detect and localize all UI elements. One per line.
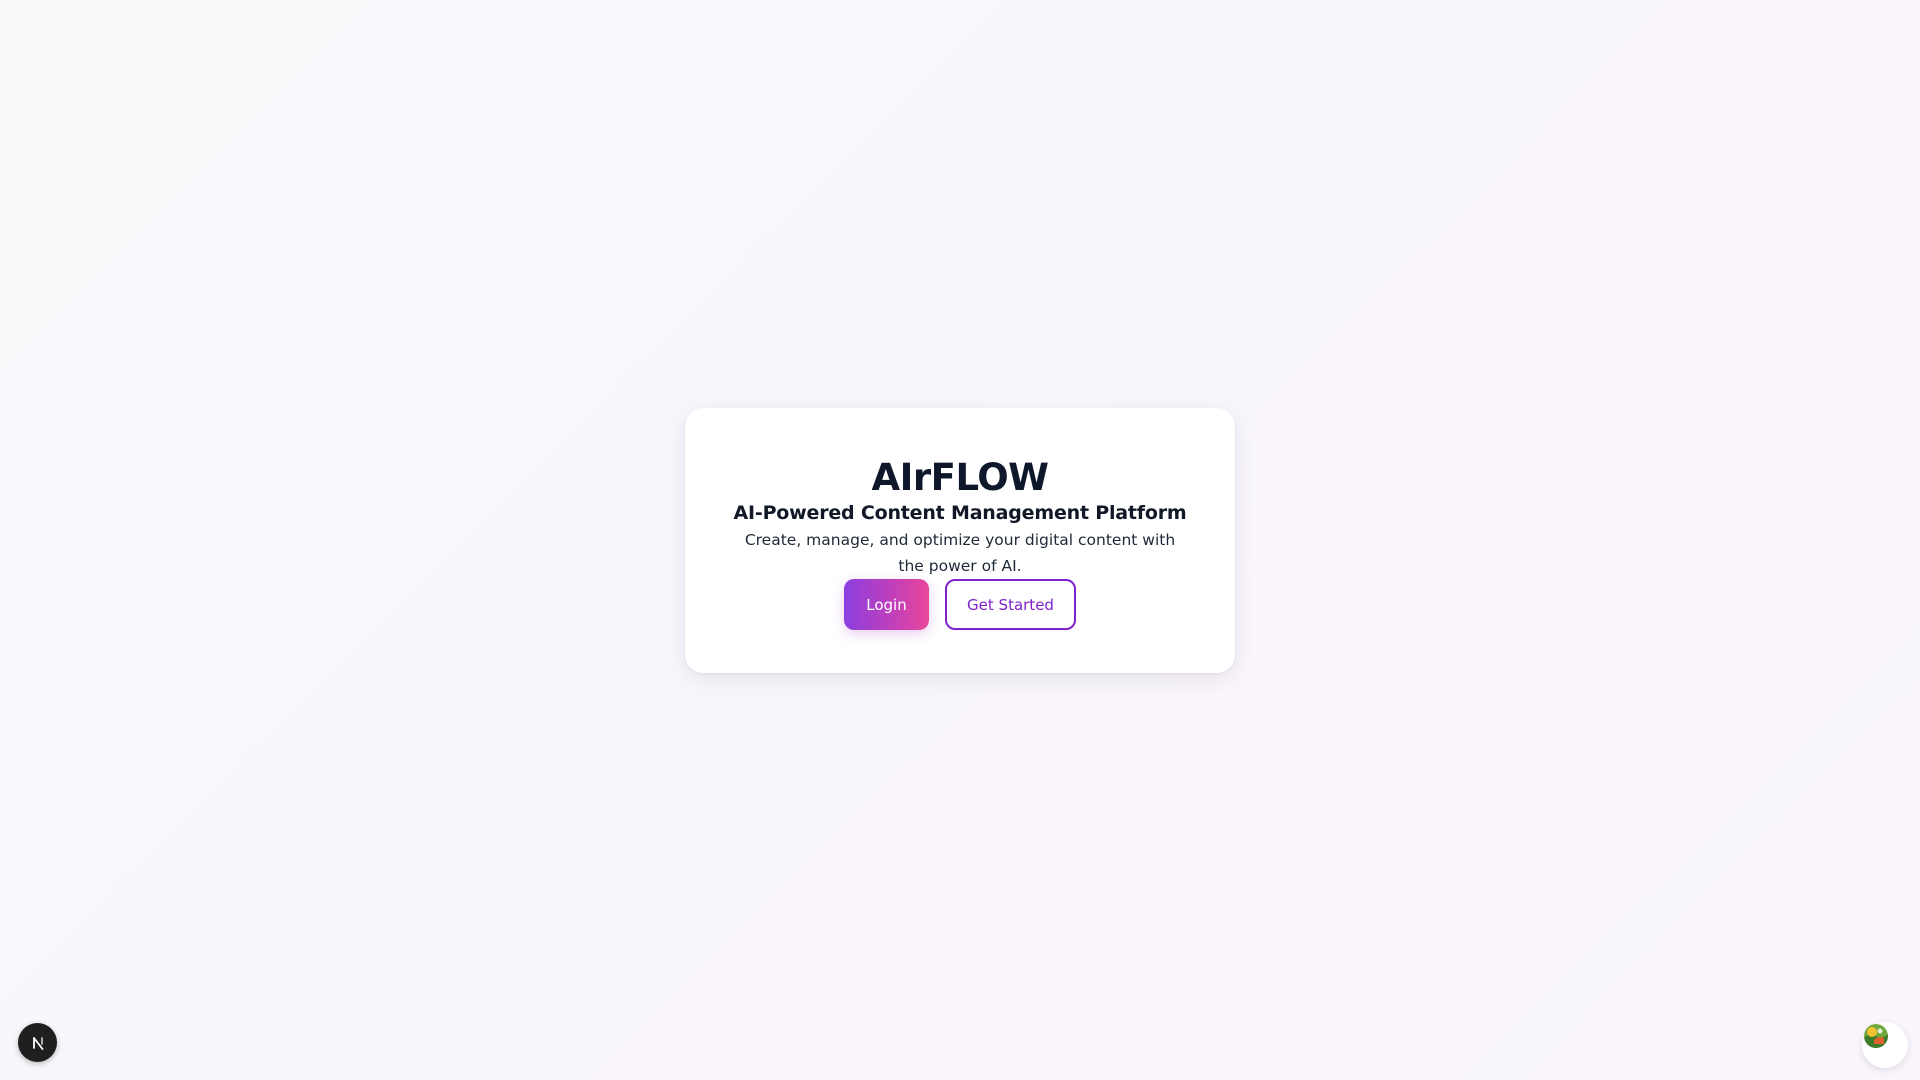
nextjs-logo-icon [32,1036,43,1050]
assistant-avatar-icon[interactable] [1864,1024,1888,1048]
get-started-button[interactable]: Get Started [945,579,1076,630]
nextjs-dev-badge[interactable] [18,1023,57,1062]
hero-actions: Login Get Started [844,579,1076,630]
app-title: AIrFLOW [871,456,1049,499]
app-subtitle: AI-Powered Content Management Platform [733,502,1187,524]
app-description: Create, manage, and optimize your digita… [744,531,1176,575]
login-button[interactable]: Login [844,579,929,630]
hero-card: AIrFLOW AI-Powered Content Management Pl… [685,408,1235,673]
